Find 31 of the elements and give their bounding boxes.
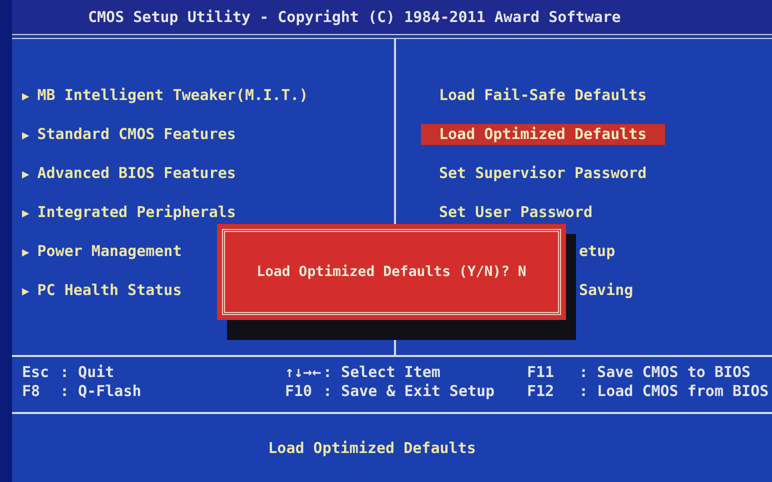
submenu-arrow: ▶ [22,128,30,140]
shortcut-key: F10 [285,384,323,400]
menu-item[interactable]: Load Fail-Safe Defaults [421,85,665,106]
shortcut-key: F11 [527,365,579,381]
menu-item[interactable]: Load Optimized Defaults [421,124,665,145]
menu-item[interactable]: Set Supervisor Password [421,163,665,184]
menu-item[interactable]: etup [579,241,616,262]
submenu-arrow: ▶ [22,206,30,218]
submenu-arrow: ▶ [22,90,30,102]
menu-item[interactable]: ▶ Advanced BIOS Features [22,163,394,184]
shortcut-key: F8 [22,384,60,400]
menu-item[interactable]: ▶ MB Intelligent Tweaker(M.I.T.) [22,85,394,106]
submenu-arrow: ▶ [22,168,30,180]
menu-item[interactable]: Saving [579,280,634,301]
shortcut-action: : Save CMOS to BIOS [579,365,751,381]
dialog-text: Load Optimized Defaults (Y/N)? N [256,265,526,279]
shortcut-action: : Q-Flash [60,384,142,400]
shortcut-action: : Save & Exit Setup [323,384,495,400]
shortcut-action: : Quit [60,365,114,381]
menu-item[interactable]: ▶ Integrated Peripherals [22,202,394,223]
shortcut-key: F12 [527,384,579,400]
submenu-arrow: ▶ [22,246,30,258]
status-text: Load Optimized Defaults [268,440,476,456]
menu-item[interactable]: Set User Password [421,202,611,223]
shortcut-action: : Select Item [323,365,440,381]
menu-item[interactable]: ▶ Standard CMOS Features [22,124,394,145]
submenu-arrow: ▶ [22,284,30,296]
shortcut-key: Esc [22,365,60,381]
shortcut-action: : Load CMOS from BIOS [579,384,769,400]
window-title: CMOS Setup Utility - Copyright (C) 1984-2011 Award Software [88,10,621,24]
shortcut-key: ↑↓→← [285,365,323,381]
